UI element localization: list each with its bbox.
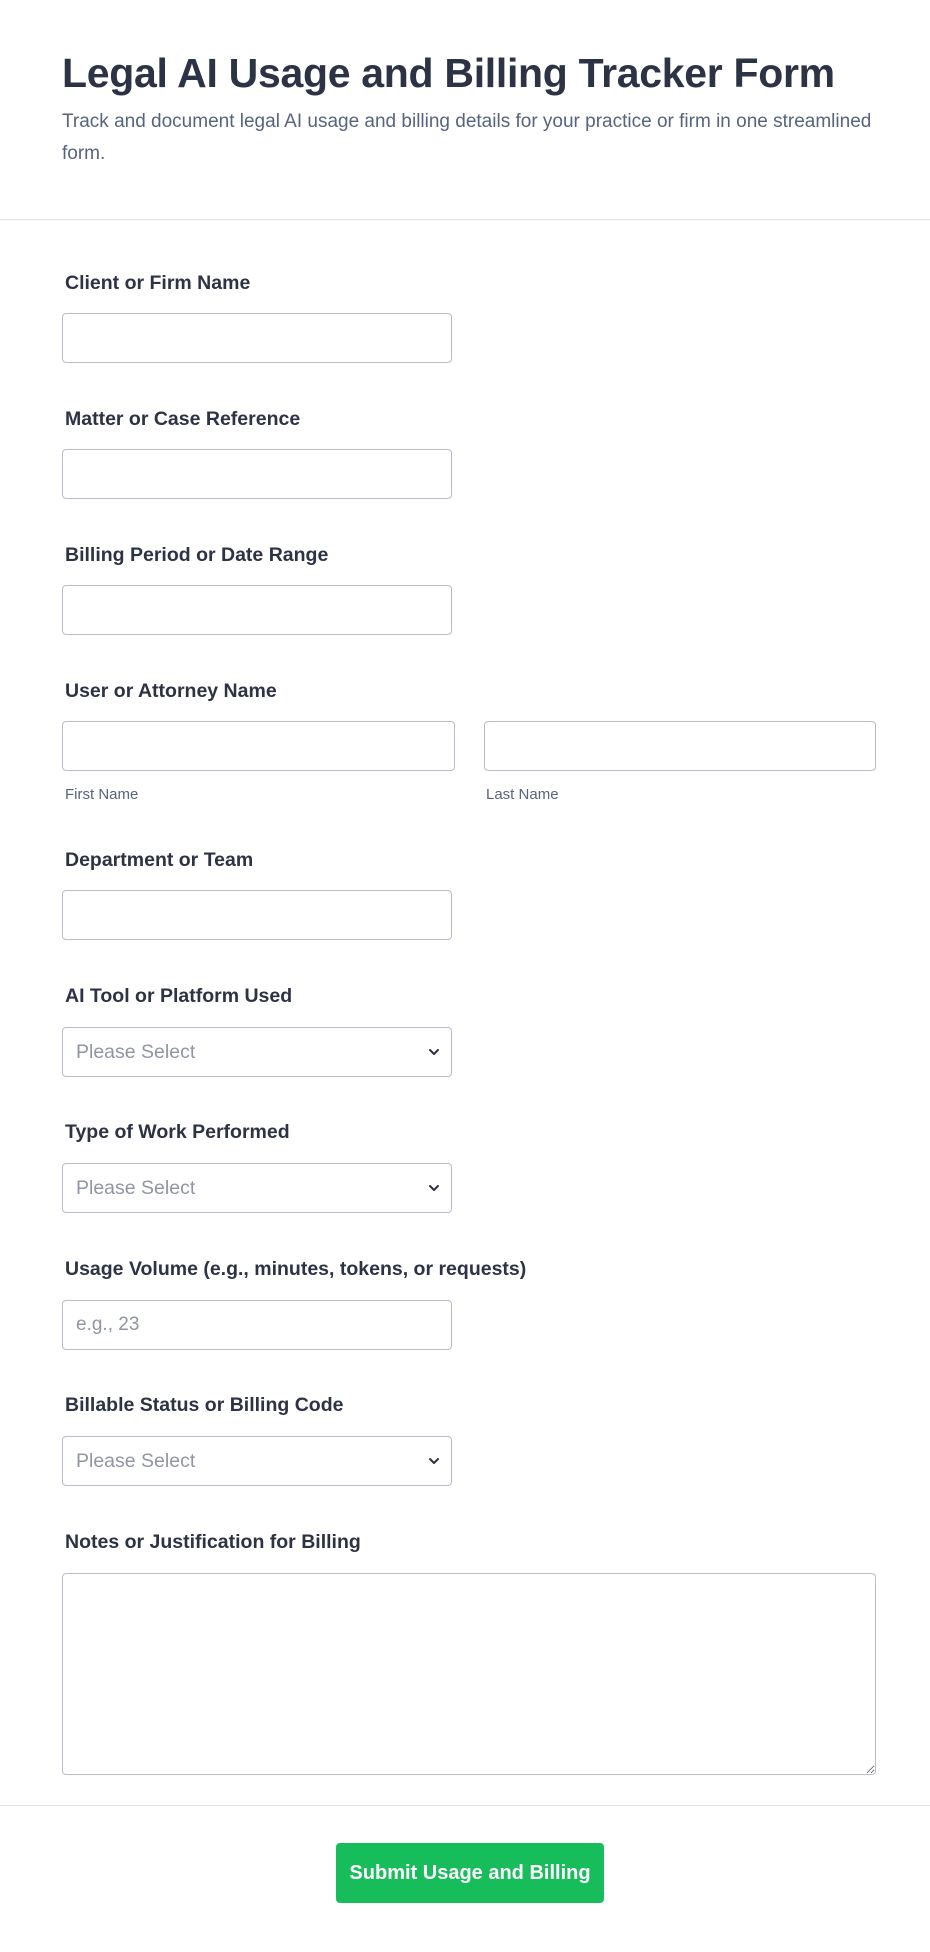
ai-tool-select[interactable]: Please Select [62,1027,452,1077]
matter-reference-input[interactable] [62,449,452,499]
billable-status-selected-value: Please Select [76,1450,196,1472]
billable-status-label: Billable Status or Billing Code [65,1394,344,1416]
footer-divider [0,1805,930,1806]
work-type-selected-value: Please Select [76,1177,196,1199]
ai-tool-label: AI Tool or Platform Used [65,985,293,1007]
billable-status-select[interactable]: Please Select [62,1436,452,1486]
ai-tool-selected-value: Please Select [76,1041,196,1063]
notes-label: Notes or Justification for Billing [65,1531,361,1553]
department-label: Department or Team [65,849,254,871]
work-type-label: Type of Work Performed [65,1121,290,1143]
client-name-input[interactable] [62,313,452,363]
department-input[interactable] [62,890,452,940]
last-name-sublabel: Last Name [486,786,559,803]
matter-reference-label: Matter or Case Reference [65,408,301,430]
chevron-down-icon [429,1049,439,1055]
chevron-down-icon [429,1185,439,1191]
usage-volume-input[interactable] [62,1300,452,1350]
user-name-label: User or Attorney Name [65,680,277,702]
usage-volume-label: Usage Volume (e.g., minutes, tokens, or … [65,1258,527,1280]
first-name-sublabel: First Name [65,786,139,803]
billing-period-input[interactable] [62,585,452,635]
submit-button[interactable]: Submit Usage and Billing [336,1843,604,1903]
last-name-input[interactable] [484,721,876,771]
chevron-down-icon [429,1458,439,1464]
form-title: Legal AI Usage and Billing Tracker Form [62,50,835,96]
notes-textarea[interactable] [62,1573,876,1775]
work-type-select[interactable]: Please Select [62,1163,452,1213]
client-name-label: Client or Firm Name [65,272,251,294]
form-description: Track and document legal AI usage and bi… [62,111,872,164]
billing-period-label: Billing Period or Date Range [65,544,329,566]
form-header: Legal AI Usage and Billing Tracker Form … [0,0,930,220]
first-name-input[interactable] [62,721,455,771]
